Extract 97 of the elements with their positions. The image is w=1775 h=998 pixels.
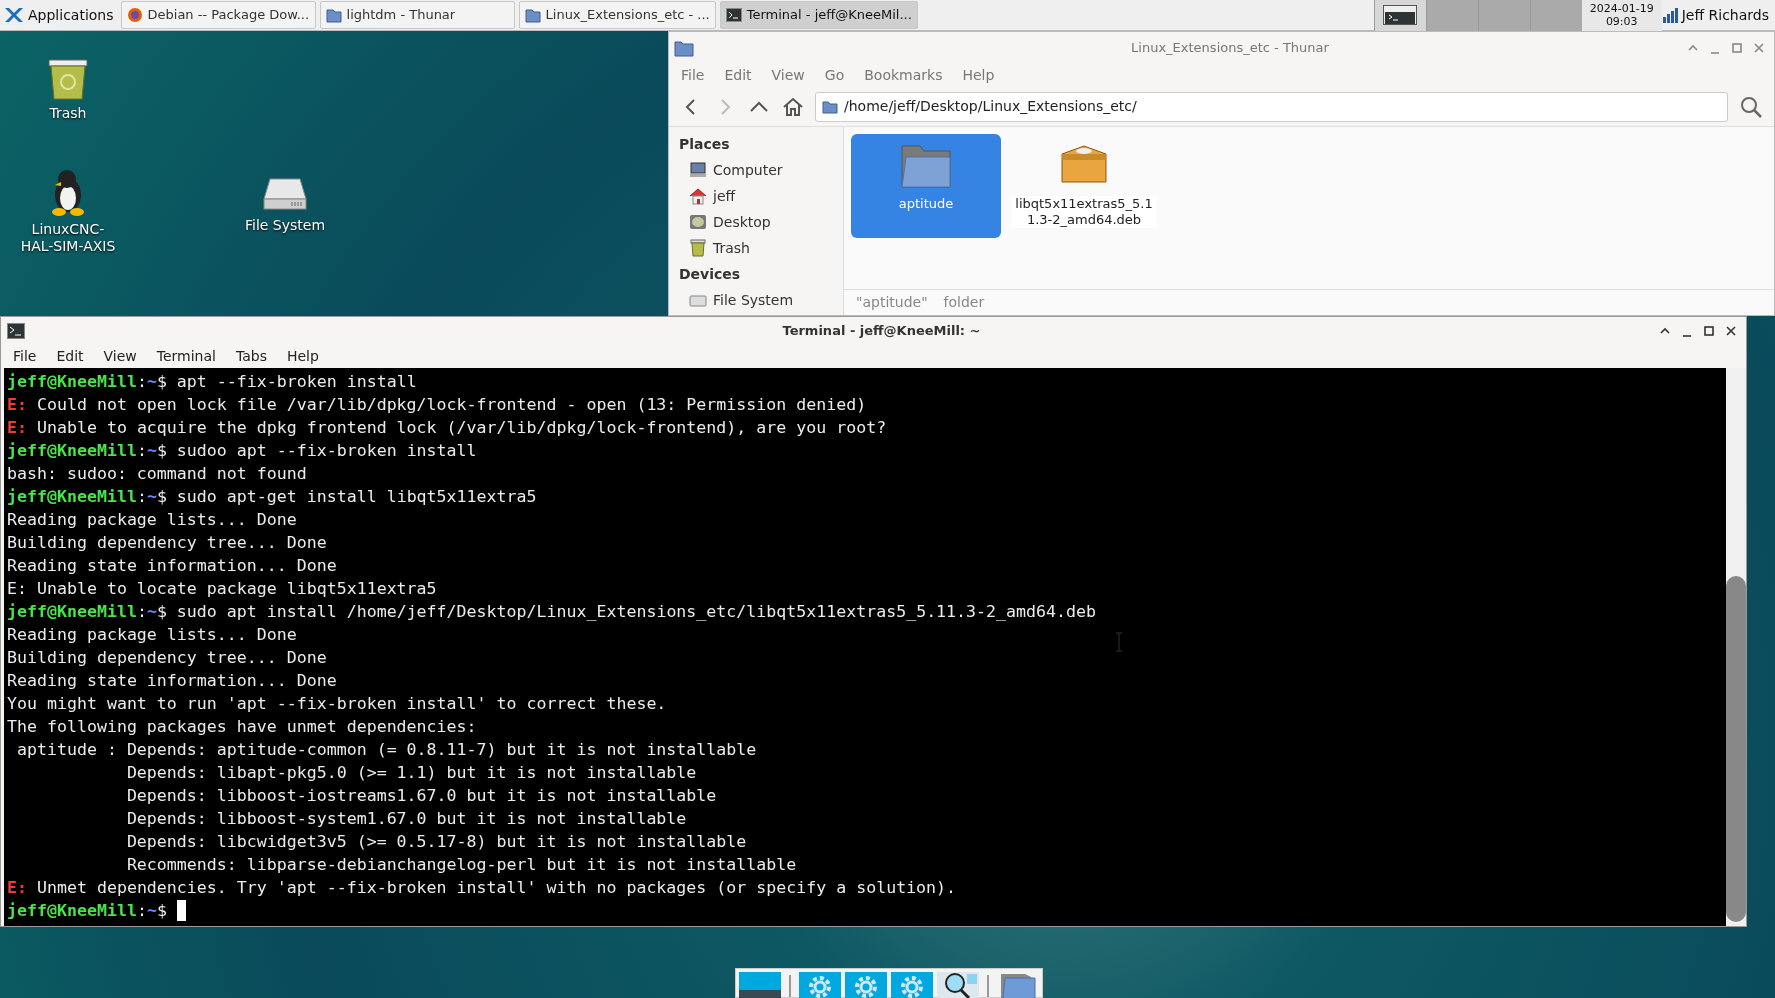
signal-bars-icon [1661,7,1678,23]
terminal-text: : [136,601,147,623]
terminal-text: You might want to run 'apt --fix-broken install' to correct these. [7,693,667,715]
menu-item[interactable]: Help [286,345,319,367]
folder-icon [325,7,342,23]
menu-item[interactable]: Edit [56,345,84,367]
terminal-text: $ sudo apt install /home/jeff/Desktop/Linux_Extensions_etc/libqt5x11extras5_5.11.3-2_amd64.deb [156,601,1096,623]
sidebar-item[interactable]: Desktop [669,209,843,235]
prompt-user: jeff@KneeMill [7,486,137,508]
folder-icon [524,7,541,23]
prompt-user: jeff@KneeMill [7,601,137,623]
terminal-text: bash: sudoo: command not found [7,463,307,485]
menu-item[interactable]: Help [962,64,995,86]
folder-icon [822,99,838,114]
prompt-path: ~ [146,900,157,922]
terminal-text: Recommends: libparse-debianchangelog-perl but it is not installable [125,854,797,876]
menu-item[interactable]: Go [824,64,845,86]
desktop-icon [689,213,707,231]
terminal-text: aptitude : Depends: aptitude-common (= 0.8.11-7) but it is not installable [16,739,757,761]
terminal-text: Reading state information... Done [7,670,337,692]
status-text: folder [943,293,985,312]
error-label: E: [7,417,27,439]
terminal-icon [725,7,742,23]
menu-item[interactable]: View [771,64,805,86]
terminal-text: Could not open lock file /var/lib/dpkg/lock-frontend - open (13: Permission denied) [35,394,867,416]
folder-tile[interactable]: aptitude [851,134,1001,238]
close-button[interactable] [1724,323,1738,338]
prompt-user: jeff@KneeMill [7,371,137,393]
prompt-path: ~ [146,601,157,623]
terminal-text: : [136,371,147,393]
terminal-text: Unable to acquire the dpkg frontend lock (/var/lib/dpkg/lock-frontend), are you root? [35,417,887,439]
taskbar-button[interactable]: Linux_Extensions_etc - ... [518,1,716,29]
terminal-text: Reading state information... Done [7,555,337,577]
sidebar-item[interactable]: jeff [669,183,843,209]
menu-item[interactable]: File [13,345,37,367]
terminal-text: : [136,486,147,508]
terminal-text: Depends: libapt-pkg5.0 (>= 1.1) but it is not installable [125,762,697,784]
taskbar-button[interactable]: Debian -- Package Dow... [120,1,316,29]
path-field[interactable]: /home/jeff/Desktop/Linux_Extensions_etc/ [815,91,1728,122]
sidebar-item[interactable]: File System [669,287,843,313]
terminal-text: Building dependency tree... Done [7,647,327,669]
terminal-text: Reading package lists... Done [7,624,297,646]
icon-label: LinuxCNC-HAL-SIM-AXIS [19,221,117,255]
menu-item[interactable]: View [103,345,137,367]
terminal-text: Depends: libboost-iostreams1.67.0 but it is not installable [125,785,717,807]
prompt-path: ~ [146,371,157,393]
window-thumbnail-icon [1383,5,1418,25]
error-label: E: [7,394,27,416]
terminal-text: : [136,440,147,462]
clock: 2024-01-19 09:03 [1581,0,1662,31]
maximize-button[interactable] [1702,323,1716,338]
user-menu-button[interactable]: Jeff Richards [1661,0,1775,31]
terminal-launcher[interactable] [739,972,781,998]
prompt-user: jeff@KneeMill [7,440,137,462]
window-title: Linux_Extensions_etc - Thunar [1130,38,1330,57]
window-title: Terminal - jeff@KneeMill: ~ [781,321,982,340]
terminal-text: $ sudo apt-get install libqt5x11extra5 [156,486,537,508]
menu-item[interactable]: Bookmarks [864,64,943,86]
terminal-text: $ sudoo apt --fix-broken install [156,440,477,462]
prompt-path: ~ [146,440,157,462]
terminal-text: $ apt --fix-broken install [156,371,417,393]
section-heading: Places [678,135,731,154]
icon-label: File System [243,217,327,234]
menu-item[interactable]: File [681,64,705,86]
browser-icon [126,7,143,23]
sidebar-item[interactable]: Trash [669,235,843,261]
terminal-text: : [136,900,147,922]
terminal-text: The following packages have unmet dependencies: [7,716,477,738]
prompt-user: jeff@KneeMill [7,900,137,922]
trash-icon [689,239,707,257]
sidebar-item[interactable]: Computer [669,157,843,183]
terminal-text: Building dependency tree... Done [7,532,327,554]
folder-icon [674,38,694,57]
terminal-text: Depends: libboost-system1.67.0 but it is not installable [125,808,687,830]
text-cursor-icon [1114,632,1124,652]
taskbar-button[interactable]: Terminal - jeff@KneeMil... [719,1,918,29]
search-icon[interactable] [937,972,979,998]
terminal-text: Unmet dependencies. Try 'apt --fix-broken install' with no packages (or specify a solution). [35,877,957,899]
menu-item[interactable]: Terminal [156,345,216,367]
status-text: "aptitude" [856,293,928,312]
terminal-icon [7,322,25,339]
section-heading: Devices [678,265,742,284]
package-tile[interactable]: libqt5x11extras5_5.11.3-2_amd64.deb [1009,134,1159,238]
terminal-text: Depends: libcwidget3v5 (>= 0.5.17-8) but it is not installable [125,831,747,853]
taskbar-button[interactable]: lightdm - Thunar [319,1,515,29]
menu-item[interactable]: Edit [724,64,752,86]
applications-menu-button[interactable]: Applications [0,0,117,31]
error-label: E: [7,877,27,899]
terminal-text: Reading package lists... Done [7,509,297,531]
workspace-button[interactable] [1373,0,1426,31]
icon-label: Trash [48,105,88,122]
terminal-text: E: Unable to locate package libqt5x11extra5 [7,578,437,600]
prompt-path: ~ [146,486,157,508]
home-icon [689,187,707,205]
terminal-text: $ [156,900,168,922]
menu-item[interactable]: Tabs [235,345,267,367]
computer-icon [689,161,707,179]
